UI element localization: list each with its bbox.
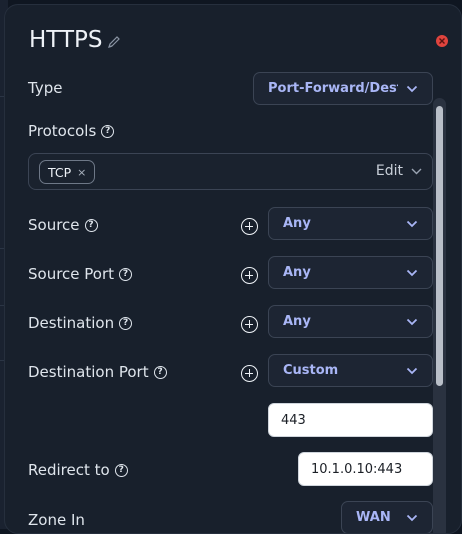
- destination-label: Destination ?: [28, 314, 133, 332]
- pencil-icon[interactable]: [107, 35, 121, 49]
- help-icon[interactable]: ?: [119, 316, 133, 330]
- source-label: Source ?: [28, 216, 98, 234]
- help-icon[interactable]: ?: [153, 365, 167, 379]
- redirect-to-label: Redirect to ?: [28, 461, 128, 479]
- add-source-icon[interactable]: [241, 218, 258, 235]
- chevron-down-icon: [406, 85, 418, 92]
- help-icon[interactable]: ?: [114, 463, 128, 477]
- zone-in-select[interactable]: WAN: [341, 501, 433, 533]
- help-icon[interactable]: ?: [84, 218, 98, 232]
- protocols-label: Protocols ?: [28, 122, 115, 140]
- help-icon[interactable]: ?: [119, 267, 133, 281]
- scrollbar[interactable]: [433, 98, 446, 533]
- type-select[interactable]: Port-Forward/Dest: [253, 72, 433, 105]
- destination-port-input[interactable]: 443: [268, 403, 433, 437]
- protocols-multiselect[interactable]: TCP × Edit: [28, 153, 433, 190]
- close-button[interactable]: [436, 35, 448, 47]
- help-icon[interactable]: ?: [101, 124, 115, 138]
- chevron-down-icon: [406, 269, 418, 276]
- chevron-down-icon: [411, 168, 422, 174]
- zone-in-label: Zone In: [28, 511, 85, 529]
- source-port-select[interactable]: Any: [268, 256, 433, 289]
- scrollbar-thumb[interactable]: [436, 106, 443, 386]
- protocols-edit-button[interactable]: Edit: [376, 163, 422, 179]
- rule-edit-dialog: HTTPS Type Port-Forward/Dest Protocols ?…: [4, 4, 462, 534]
- add-source-port-icon[interactable]: [241, 267, 258, 284]
- chip-remove-icon[interactable]: ×: [77, 166, 86, 179]
- add-destination-icon[interactable]: [241, 316, 258, 333]
- destination-select[interactable]: Any: [268, 305, 433, 338]
- type-label: Type: [28, 79, 63, 97]
- chevron-down-icon: [406, 514, 418, 521]
- redirect-to-input[interactable]: 10.1.0.10:443: [298, 452, 433, 486]
- source-port-label: Source Port ?: [28, 265, 133, 283]
- chevron-down-icon: [406, 367, 418, 374]
- source-select[interactable]: Any: [268, 207, 433, 240]
- destination-port-label: Destination Port ?: [28, 363, 167, 381]
- add-destination-port-icon[interactable]: [241, 365, 258, 382]
- dialog-title: HTTPS: [29, 27, 103, 53]
- destination-port-select[interactable]: Custom: [268, 354, 433, 387]
- protocol-chip: TCP ×: [39, 160, 96, 184]
- close-icon: [439, 38, 445, 44]
- chevron-down-icon: [406, 220, 418, 227]
- chevron-down-icon: [406, 318, 418, 325]
